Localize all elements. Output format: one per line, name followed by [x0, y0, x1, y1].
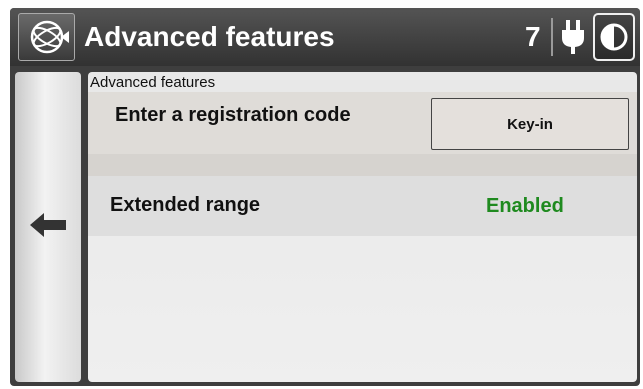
contrast-icon: [600, 23, 628, 51]
back-button[interactable]: [15, 72, 81, 382]
extended-range-row[interactable]: Extended range Enabled: [88, 176, 637, 236]
home-logo-button[interactable]: [18, 13, 75, 61]
extended-range-label: Extended range: [110, 194, 261, 216]
key-in-button[interactable]: Key-in: [431, 98, 629, 150]
power-plug-icon: [562, 20, 584, 54]
satellite-count: 7: [525, 21, 541, 52]
contrast-button[interactable]: [593, 13, 635, 61]
panel-title: Advanced features: [90, 74, 216, 91]
settings-panel: Advanced features Enter a registration c…: [88, 72, 637, 382]
registration-code-row: Enter a registration code Key-in: [88, 92, 637, 154]
title-bar: Advanced features 7: [10, 8, 640, 66]
extended-range-status: Enabled: [486, 195, 564, 217]
device-screen: Advanced features 7 Advanced features En…: [10, 8, 640, 386]
page-title: Advanced features: [84, 21, 335, 52]
header-divider: [551, 18, 553, 56]
row-divider: [88, 154, 637, 176]
globe-logo-icon: [30, 20, 69, 54]
arrow-left-icon: [30, 213, 66, 237]
registration-code-label: Enter a registration code: [115, 104, 351, 126]
